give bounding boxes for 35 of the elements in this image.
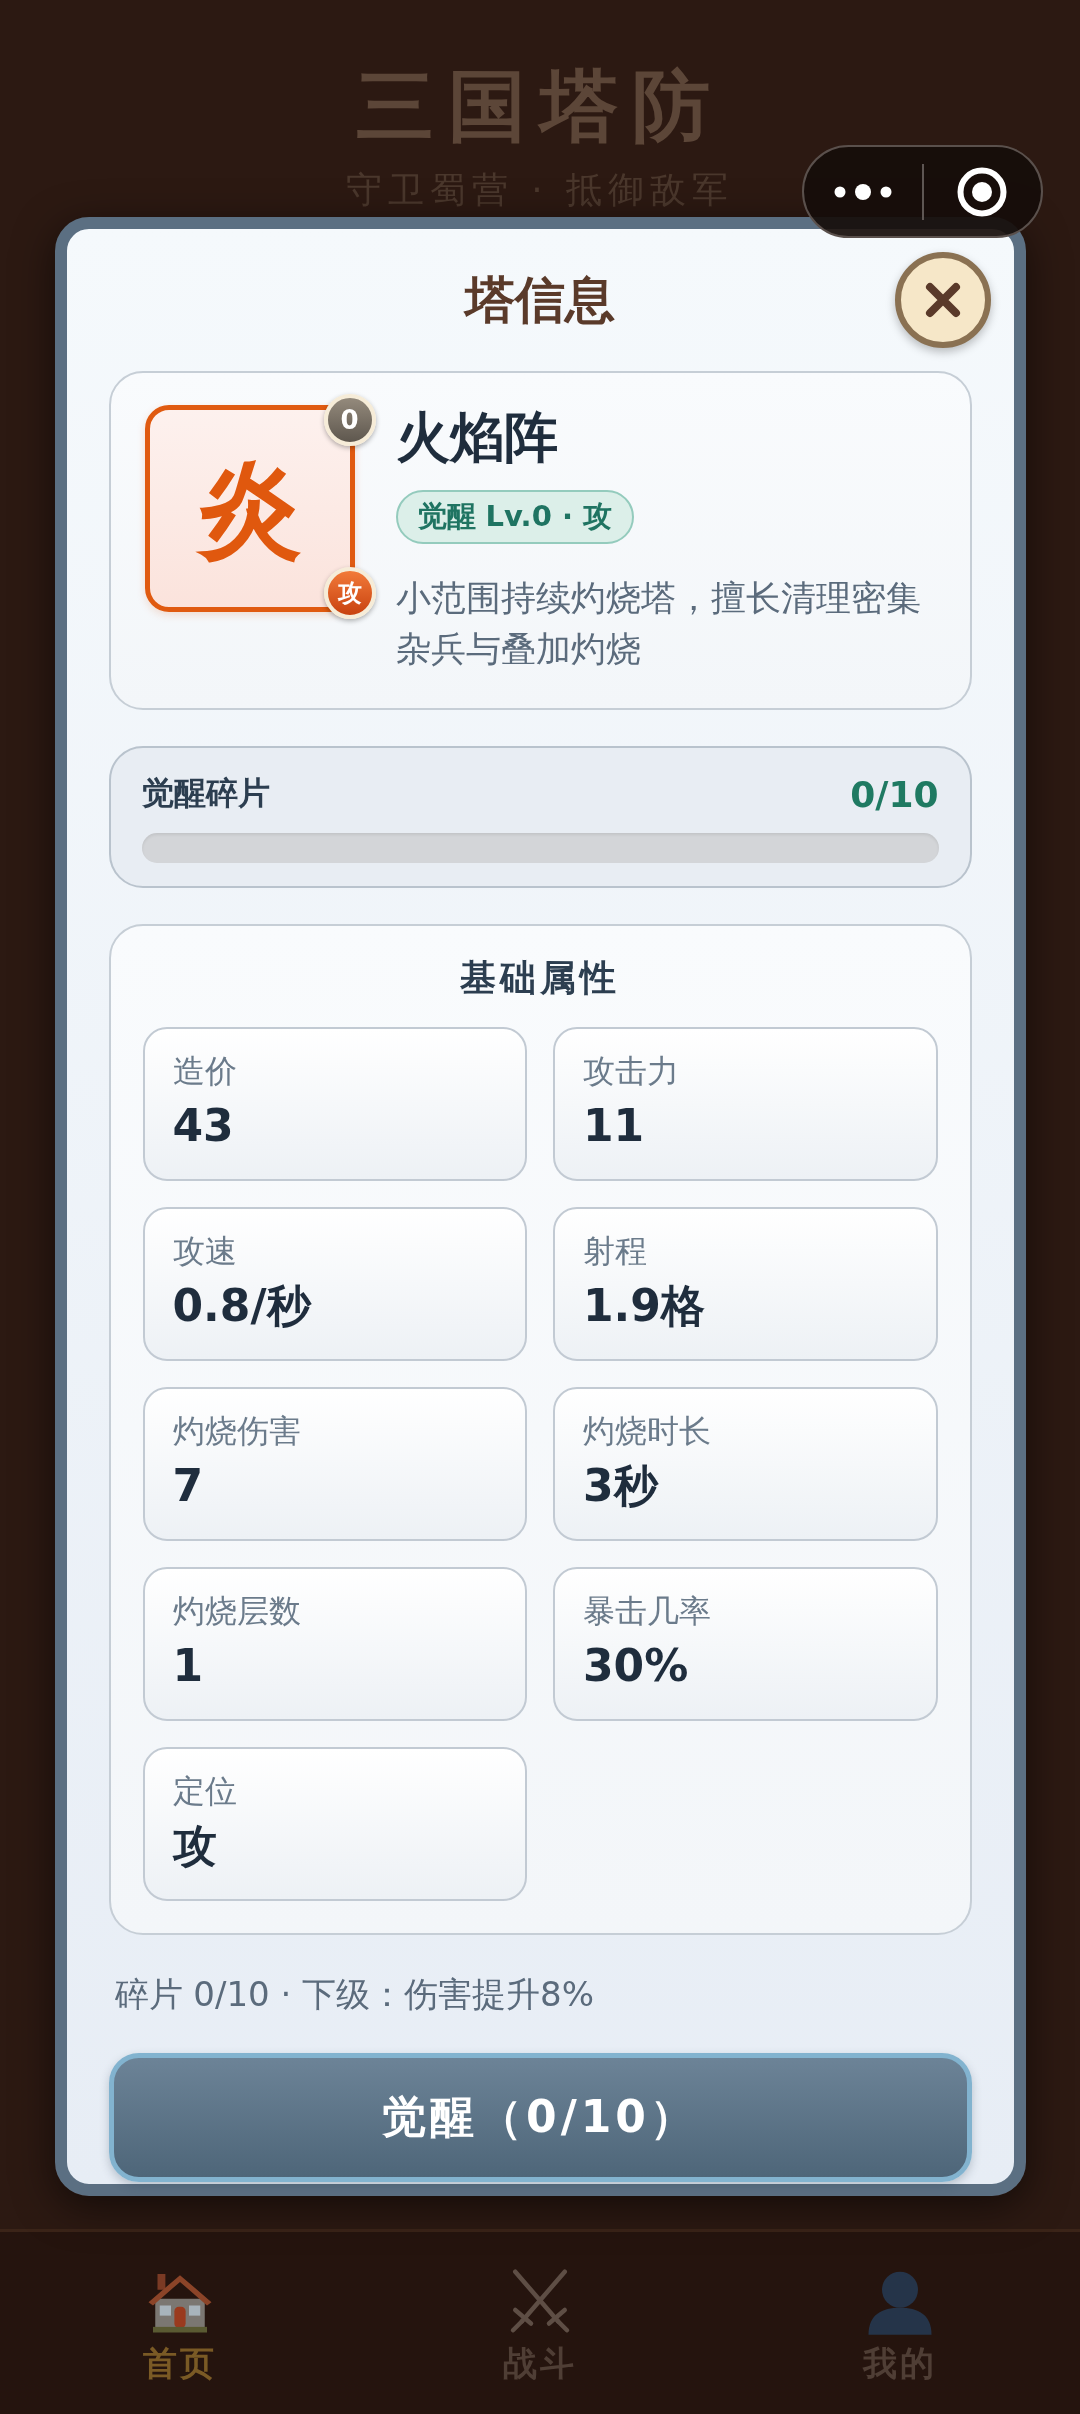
nav-tab[interactable]: 首页 xyxy=(137,2265,223,2383)
stat-label: 定位 xyxy=(172,1771,238,1812)
stat-label: 灼烧层数 xyxy=(172,1591,302,1632)
fragments-label: 觉醒碎片 xyxy=(141,773,270,814)
stat-value: 30% xyxy=(583,1639,690,1693)
stat-value: 3秒 xyxy=(583,1459,660,1513)
stat-value: 1.9格 xyxy=(583,1279,706,1333)
stat-value: 11 xyxy=(583,1099,646,1153)
stat-label: 造价 xyxy=(172,1051,238,1092)
stat-label: 灼烧伤害 xyxy=(172,1411,302,1452)
modal-title: 塔信息 xyxy=(465,270,615,331)
tower-name: 火焰阵 xyxy=(395,405,559,471)
stat-label: 射程 xyxy=(583,1231,648,1272)
stat-value: 7 xyxy=(172,1459,205,1513)
stat-value: 0.8/秒 xyxy=(172,1279,313,1333)
close-button[interactable] xyxy=(894,252,991,348)
stat-label: 暴击几率 xyxy=(583,1591,712,1632)
awakening-tag: 觉醒 Lv.0 · 攻 xyxy=(395,490,635,544)
stat-label: 攻击力 xyxy=(583,1051,680,1092)
upgrade-note: 碎片 0/10 · 下级：伤害提升8% xyxy=(113,1973,596,2016)
stat-label: 攻速 xyxy=(172,1231,238,1272)
level-badge: 0 xyxy=(323,394,376,446)
awaken-button[interactable]: 觉醒（0/10） xyxy=(108,2053,972,2182)
tower-description: 小范围持续灼烧塔，擅长清理密集杂兵与叠加灼烧 xyxy=(395,577,922,671)
stat-value: 1 xyxy=(172,1639,205,1693)
role-badge: 攻 xyxy=(323,567,376,619)
more-icon[interactable] xyxy=(833,183,892,200)
close-icon xyxy=(924,282,961,318)
stats-title: 基础属性 xyxy=(459,956,621,1000)
stat-value: 43 xyxy=(172,1099,235,1153)
stat-label: 灼烧时长 xyxy=(583,1411,712,1452)
stat-value: 攻 xyxy=(172,1819,218,1873)
fragments-count: 0/10 xyxy=(850,773,939,815)
target-icon[interactable] xyxy=(957,166,1008,217)
tower-glyph: 炎 xyxy=(197,456,302,561)
